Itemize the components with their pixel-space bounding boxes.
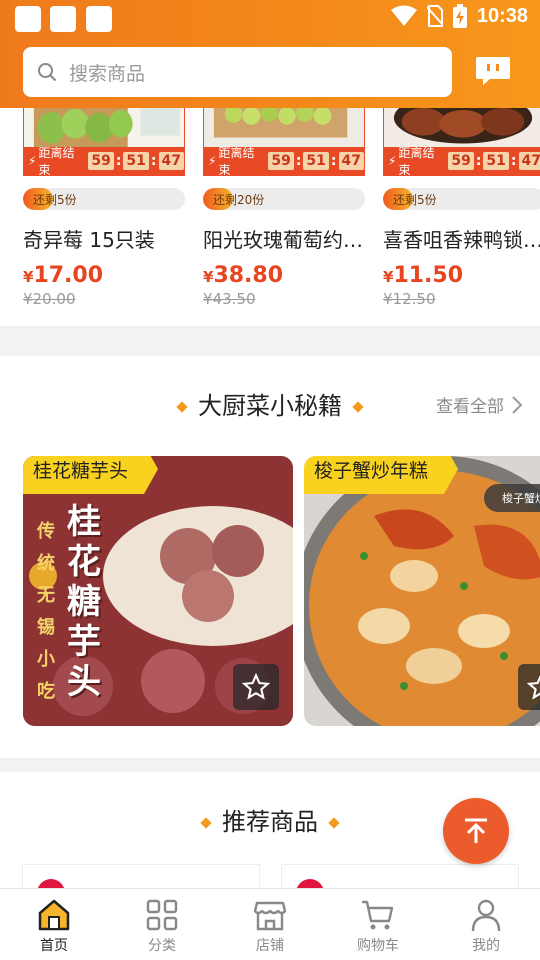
recipe-pill-tag: 梭子蟹炒 xyxy=(484,484,540,512)
diamond-icon xyxy=(176,401,188,413)
nav-label: 首页 xyxy=(40,938,68,954)
countdown-minutes: 51 xyxy=(123,152,149,170)
product-image: ⚡ 距离结束 59: 51: 47 xyxy=(23,108,185,176)
grid-icon xyxy=(146,899,178,931)
stock-text: 还剩5份 xyxy=(393,193,437,207)
notification-icon xyxy=(86,6,112,32)
status-bar: 10:38 xyxy=(0,0,540,36)
countdown-timer: ⚡ 距离结束 59: 51: 47 xyxy=(24,146,184,176)
flash-item[interactable]: ⚡ 距离结束 59: 51: 47 还剩5份 喜香咀香辣鸭锁… ¥11.50 ¥… xyxy=(383,108,540,308)
countdown-label: 距离结束 xyxy=(398,146,435,176)
product-image: ⚡ 距离结束 59: 51: 47 xyxy=(383,108,540,176)
arrow-up-to-top-icon xyxy=(465,818,487,843)
flash-item[interactable]: ⚡ 距离结束 59: 51: 47 还剩5份 奇异莓 15只装 ¥17.00 ¥… xyxy=(23,108,185,308)
stock-bar: 还剩5份 xyxy=(23,188,185,210)
stock-text: 还剩20份 xyxy=(213,193,265,207)
wifi-icon xyxy=(390,5,417,26)
product-name: 奇异莓 15只装 xyxy=(23,228,155,252)
chevron-right-icon xyxy=(512,395,522,414)
nav-profile[interactable]: 我的 xyxy=(432,889,540,960)
diamond-icon xyxy=(352,401,364,413)
original-price: ¥12.50 xyxy=(383,290,436,308)
nav-label: 分类 xyxy=(148,938,176,954)
see-all-link[interactable]: 查看全部 xyxy=(436,392,522,417)
lightning-icon: ⚡ xyxy=(388,154,397,168)
lightning-icon: ⚡ xyxy=(208,154,217,168)
search-icon xyxy=(38,63,57,82)
nav-label: 店铺 xyxy=(256,938,284,954)
countdown-timer: ⚡ 距离结束 59: 51: 47 xyxy=(384,146,540,176)
original-price: ¥43.50 xyxy=(203,290,256,308)
sparkle-icon xyxy=(328,817,340,829)
countdown-label: 距离结束 xyxy=(38,146,75,176)
recipe-label: 桂花糖芋头 xyxy=(23,456,159,494)
countdown-hours: 59 xyxy=(448,152,474,170)
nav-category[interactable]: 分类 xyxy=(108,889,216,960)
app-header: 10:38 搜索商品 xyxy=(0,0,540,108)
see-all-label: 查看全部 xyxy=(436,397,504,417)
back-to-top-button[interactable] xyxy=(443,798,509,864)
battery-charging-icon xyxy=(452,4,467,28)
countdown-minutes: 51 xyxy=(483,152,509,170)
nav-cart[interactable]: 购物车 xyxy=(324,889,432,960)
store-icon xyxy=(253,901,287,931)
cart-icon xyxy=(362,900,394,930)
flash-item[interactable]: ⚡ 距离结束 59: 51: 47 还剩20份 阳光玫瑰葡萄约… ¥38.80 … xyxy=(203,108,365,308)
original-price: ¥20.00 xyxy=(23,290,76,308)
countdown-timer: ⚡ 距离结束 59: 51: 47 xyxy=(204,146,364,176)
countdown-seconds: 47 xyxy=(338,152,364,170)
user-icon xyxy=(471,899,501,932)
countdown-seconds: 47 xyxy=(158,152,184,170)
message-icon[interactable] xyxy=(474,55,512,87)
product-name: 阳光玫瑰葡萄约… xyxy=(203,228,363,252)
countdown-hours: 59 xyxy=(88,152,114,170)
recipe-overlay-subtitle: 传统无锡小吃 xyxy=(37,521,55,702)
favorite-button[interactable] xyxy=(233,664,279,710)
search-input[interactable]: 搜索商品 xyxy=(23,47,452,97)
countdown-label: 距离结束 xyxy=(218,146,255,176)
stock-bar: 还剩20份 xyxy=(203,188,365,210)
nav-store[interactable]: 店铺 xyxy=(216,889,324,960)
notification-icon xyxy=(15,6,41,32)
star-icon xyxy=(527,674,540,700)
product-price: ¥17.00 xyxy=(23,263,104,288)
flash-sale-section: ⚡ 距离结束 59: 51: 47 还剩5份 奇异莓 15只装 ¥17.00 ¥… xyxy=(0,108,540,326)
recipes-section: 大厨菜小秘籍 查看全部 桂花糖芋头 桂花糖芋头 传统无锡小吃 梭子蟹炒年糕 梭子… xyxy=(0,356,540,758)
nav-label: 我的 xyxy=(472,938,500,954)
product-image: ⚡ 距离结束 59: 51: 47 xyxy=(203,108,365,176)
bottom-navigation: 首页 分类 店铺 购物车 我的 xyxy=(0,888,540,960)
recipe-card[interactable]: 桂花糖芋头 桂花糖芋头 传统无锡小吃 xyxy=(23,456,293,726)
stock-bar: 还剩5份 xyxy=(383,188,540,210)
notification-icon xyxy=(50,6,76,32)
product-name: 喜香咀香辣鸭锁… xyxy=(383,228,540,252)
recipe-card[interactable]: 梭子蟹炒年糕 梭子蟹炒 xyxy=(304,456,540,726)
product-price: ¥11.50 xyxy=(383,263,464,288)
status-time: 10:38 xyxy=(476,4,528,27)
home-icon xyxy=(38,899,70,931)
star-icon xyxy=(242,673,270,700)
recipe-overlay-title: 桂花糖芋头 xyxy=(67,502,101,702)
search-placeholder: 搜索商品 xyxy=(69,62,146,85)
sparkle-icon xyxy=(200,817,212,829)
recipe-label: 梭子蟹炒年糕 xyxy=(304,456,459,494)
lightning-icon: ⚡ xyxy=(28,154,37,168)
nav-label: 购物车 xyxy=(357,938,399,954)
stock-text: 还剩5份 xyxy=(33,193,77,207)
no-sim-icon xyxy=(426,5,443,27)
countdown-seconds: 47 xyxy=(518,152,540,170)
favorite-button[interactable] xyxy=(518,664,540,710)
countdown-minutes: 51 xyxy=(303,152,329,170)
countdown-hours: 59 xyxy=(268,152,294,170)
nav-home[interactable]: 首页 xyxy=(0,889,108,960)
product-price: ¥38.80 xyxy=(203,263,284,288)
